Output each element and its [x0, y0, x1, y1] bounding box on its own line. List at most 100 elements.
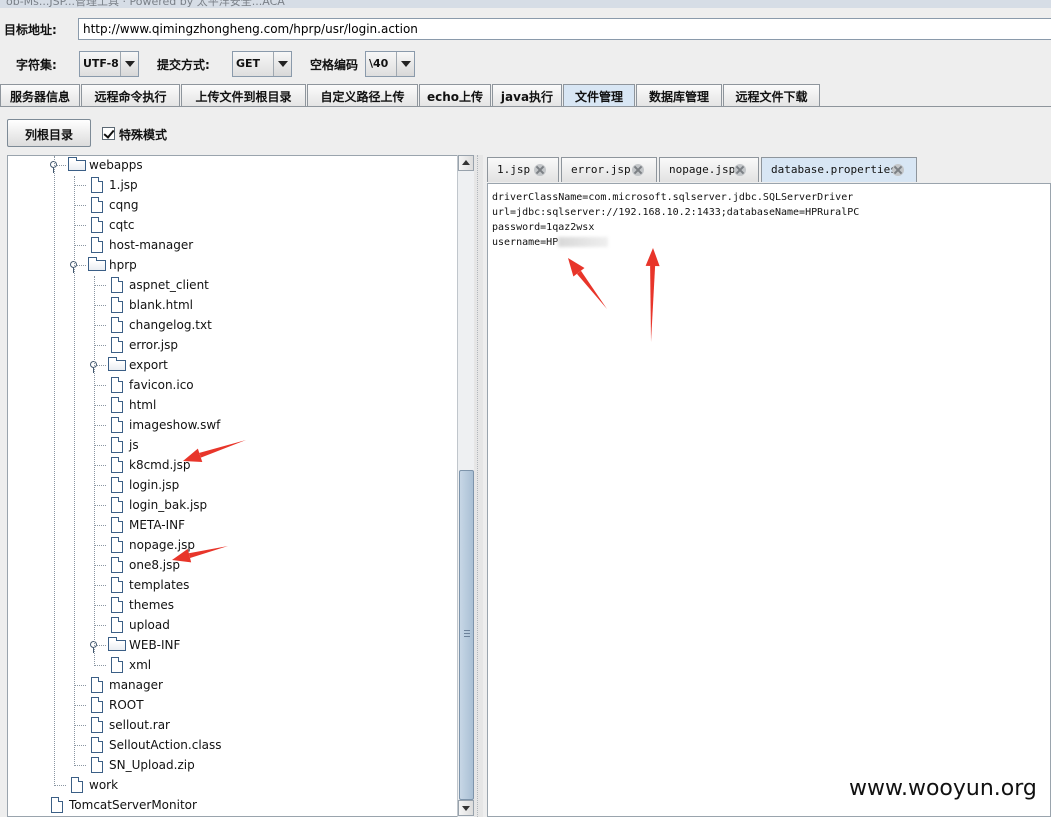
file-corner: [118, 337, 123, 342]
tree-item-label: one8.jsp: [129, 558, 180, 572]
tree-folder[interactable]: hprp: [8, 256, 458, 276]
file-content-editor[interactable]: driverClassName=com.microsoft.sqlserver.…: [487, 183, 1051, 817]
method-select[interactable]: GET: [232, 51, 292, 77]
tree-file[interactable]: js: [8, 436, 458, 456]
tree-connector: [54, 785, 66, 786]
tree-file[interactable]: TomcatServerMonitor: [8, 796, 458, 816]
tree-item-label: themes: [129, 598, 175, 612]
tree-scrollbar[interactable]: [457, 155, 474, 817]
scroll-down-icon[interactable]: [458, 800, 474, 816]
file-corner: [118, 537, 123, 542]
tree-connector: [94, 305, 106, 306]
tab-file-manager[interactable]: 文件管理: [563, 84, 635, 107]
tree-file[interactable]: nopage.jsp: [8, 536, 458, 556]
editor-tab-database-properties[interactable]: database.properties: [761, 157, 917, 182]
split-pane-divider[interactable]: [474, 155, 483, 817]
editor-tab-nopage-jsp[interactable]: nopage.jsp: [659, 157, 759, 182]
tree-file[interactable]: SN_Upload.zip: [8, 756, 458, 776]
tab-echo-upload[interactable]: echo上传: [419, 84, 491, 107]
tree-file[interactable]: host-manager: [8, 236, 458, 256]
tree-file[interactable]: error.jsp: [8, 336, 458, 356]
tree-connector: [94, 425, 106, 426]
close-icon[interactable]: [632, 164, 644, 176]
tree-item-label: host-manager: [109, 238, 194, 252]
file-corner: [118, 477, 123, 482]
editor-tab-1-jsp[interactable]: 1.jsp: [487, 157, 559, 182]
list-root-button[interactable]: 列根目录: [7, 119, 91, 147]
file-corner: [118, 497, 123, 502]
tab-upload-root[interactable]: 上传文件到根目录: [181, 84, 306, 107]
tree-file[interactable]: login_bak.jsp: [8, 496, 458, 516]
tab-database-manager[interactable]: 数据库管理: [636, 84, 722, 107]
tree-file[interactable]: imageshow.swf: [8, 416, 458, 436]
tree-file[interactable]: themes: [8, 596, 458, 616]
editor-tab-label: error.jsp: [571, 163, 631, 176]
address-input[interactable]: [78, 18, 1051, 40]
editor-tab-label: database.properties: [771, 163, 897, 176]
chevron-down-icon[interactable]: [396, 52, 414, 76]
tab-custom-upload[interactable]: 自定义路径上传: [307, 84, 418, 107]
file-corner: [98, 217, 103, 222]
file-tree[interactable]: webapps 1.jsp cqng cqtc host-manager hprp aspn…: [7, 155, 474, 817]
divider-grip: [477, 155, 479, 817]
tree-item-label: nopage.jsp: [129, 538, 195, 552]
tree-file[interactable]: changelog.txt: [8, 316, 458, 336]
close-icon[interactable]: [534, 164, 546, 176]
tree-file[interactable]: cqtc: [8, 216, 458, 236]
tree-file[interactable]: login.jsp: [8, 476, 458, 496]
editor-tab-error-jsp[interactable]: error.jsp: [561, 157, 657, 182]
tab-server-info[interactable]: 服务器信息: [0, 84, 80, 107]
tree-file[interactable]: html: [8, 396, 458, 416]
tree-connector: [94, 445, 106, 446]
tree-connector: [94, 485, 106, 486]
tree-item-label: imageshow.swf: [129, 418, 221, 432]
tree-folder[interactable]: export: [8, 356, 458, 376]
tree-file[interactable]: META-INF: [8, 516, 458, 536]
scroll-up-icon[interactable]: [458, 155, 474, 171]
tree-item-label: SelloutAction.class: [109, 738, 222, 752]
tree-item-label: META-INF: [129, 518, 186, 532]
tree-item-label: ROOT: [109, 698, 144, 712]
tree-file[interactable]: work: [8, 776, 458, 796]
close-icon[interactable]: [734, 164, 746, 176]
watermark: www.wooyun.org: [846, 776, 1040, 801]
file-corner: [58, 797, 63, 802]
chevron-down-icon[interactable]: [273, 52, 291, 76]
tab-java-exec[interactable]: java执行: [492, 84, 562, 107]
tree-folder[interactable]: webapps: [8, 156, 458, 176]
special-mode-label: 特殊模式: [119, 128, 168, 142]
tree-item-label: xml: [129, 658, 152, 672]
tree-file[interactable]: templates: [8, 576, 458, 596]
tree-folder[interactable]: WEB-INF: [8, 636, 458, 656]
tree-file[interactable]: cqng: [8, 196, 458, 216]
tree-file[interactable]: xml: [8, 656, 458, 676]
file-corner: [98, 717, 103, 722]
tab-remote-command[interactable]: 远程命令执行: [81, 84, 180, 107]
tree-file[interactable]: upload: [8, 616, 458, 636]
tree-item-label: WEB-INF: [129, 638, 181, 652]
tree-file[interactable]: ROOT: [8, 696, 458, 716]
tree-file[interactable]: aspnet_client: [8, 276, 458, 296]
close-icon[interactable]: [892, 164, 904, 176]
tree-connector: [94, 505, 106, 506]
tree-file[interactable]: sellout.rar: [8, 716, 458, 736]
tree-file[interactable]: manager: [8, 676, 458, 696]
username-text: username=HP: [492, 237, 559, 248]
tab-remote-download[interactable]: 远程文件下载: [723, 84, 820, 107]
folder-icon: [108, 637, 126, 651]
tree-file[interactable]: SelloutAction.class: [8, 736, 458, 756]
chevron-down-icon[interactable]: [120, 52, 138, 76]
tree-file[interactable]: k8cmd.jsp: [8, 456, 458, 476]
file-corner: [118, 557, 123, 562]
tree-file[interactable]: blank.html: [8, 296, 458, 316]
address-label: 目标地址:: [4, 23, 57, 37]
file-corner: [118, 437, 123, 442]
file-corner: [98, 697, 103, 702]
tree-file[interactable]: one8.jsp: [8, 556, 458, 576]
tree-file[interactable]: 1.jsp: [8, 176, 458, 196]
scrollbar-thumb[interactable]: [459, 470, 474, 800]
tree-file[interactable]: favicon.ico: [8, 376, 458, 396]
space-encoding-select[interactable]: \40: [365, 51, 415, 77]
charset-select[interactable]: UTF-8: [79, 51, 139, 77]
special-mode-checkbox[interactable]: [102, 127, 115, 140]
